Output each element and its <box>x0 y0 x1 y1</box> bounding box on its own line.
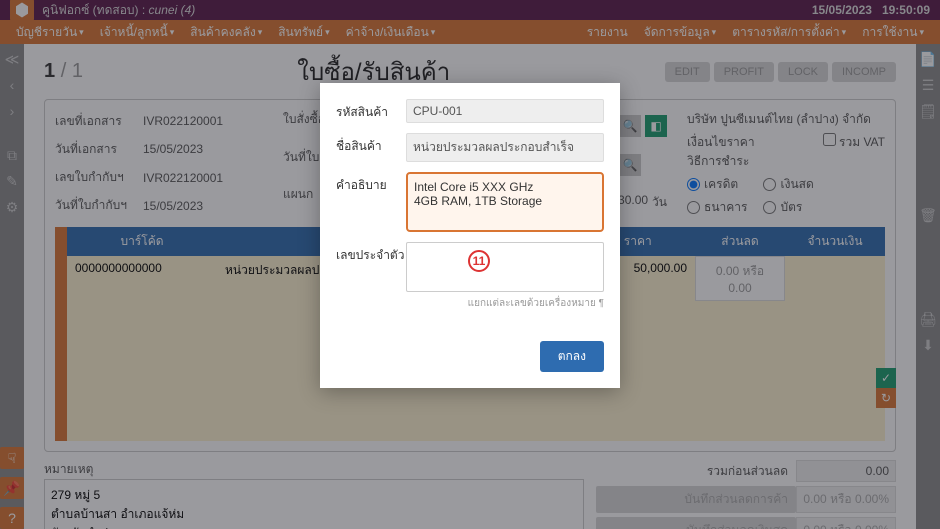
annotation-11: 11 <box>468 250 490 272</box>
modal-helper-text: แยกแต่ละเลขด้วยเครื่องหมาย ¶ <box>336 296 604 311</box>
modal-ok-button[interactable]: ตกลง <box>540 341 604 372</box>
modal-code-input[interactable]: CPU-001 <box>406 99 604 123</box>
modal-serial-textarea[interactable] <box>406 242 604 292</box>
modal-name-input[interactable]: หน่วยประมวลผลประกอบสำเร็จ <box>406 133 604 162</box>
modal-serial-label: เลขประจำตัว <box>336 242 406 265</box>
modal-name-label: ชื่อสินค้า <box>336 133 406 156</box>
modal-desc-textarea[interactable] <box>406 172 604 232</box>
modal-desc-label: คำอธิบาย <box>336 172 406 195</box>
modal-code-label: รหัสสินค้า <box>336 99 406 122</box>
product-modal: รหัสสินค้า CPU-001 ชื่อสินค้า หน่วยประมว… <box>320 83 620 388</box>
